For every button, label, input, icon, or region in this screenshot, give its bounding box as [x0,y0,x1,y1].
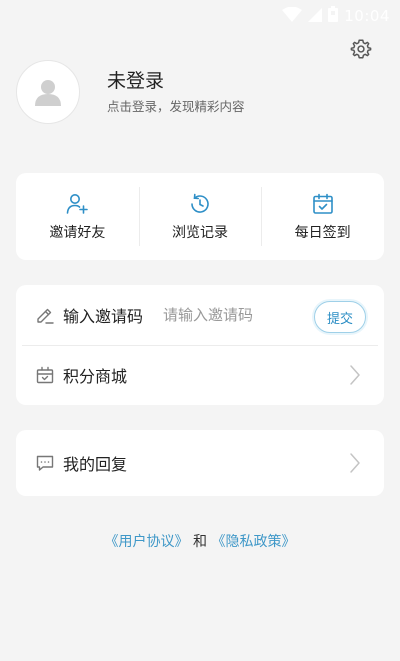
profile-text: 未登录 点击登录，发现精彩内容 [107,69,245,115]
daily-checkin-label: 每日签到 [294,225,351,241]
status-time: 10:04 [344,7,390,25]
daily-checkin-button[interactable]: 每日签到 [261,173,384,260]
user-agreement-link[interactable]: 《用户协议》 [105,534,189,550]
status-bar: 10:04 [0,0,400,32]
edit-pencil-icon [34,304,56,326]
invite-friends-button[interactable]: 邀请好友 [16,173,139,260]
submit-button[interactable]: 提交 [314,301,366,333]
invite-code-input[interactable] [163,306,282,324]
chevron-right-icon [348,451,362,475]
privacy-policy-link[interactable]: 《隐私政策》 [211,534,295,550]
history-icon [187,191,213,217]
invite-code-label: 输入邀请码 [63,307,144,326]
chevron-right-icon [348,363,362,387]
my-replies-row[interactable]: 我的回复 [16,430,384,496]
legal-footer: 《用户协议》 和 《隐私政策》 [0,531,400,551]
wifi-icon [282,6,303,26]
profile-header[interactable]: 未登录 点击登录，发现精彩内容 [16,60,384,124]
settings-gear-icon[interactable] [348,36,374,62]
my-replies-label: 我的回复 [63,455,128,474]
points-mall-label: 积分商城 [63,367,128,386]
add-user-icon [64,191,90,217]
chat-bubble-icon [34,452,56,474]
invite-friends-label: 邀请好友 [49,225,106,241]
invite-mall-card: 输入邀请码 提交 积分商城 [16,285,384,405]
calendar-check-icon [310,191,336,217]
avatar[interactable] [16,60,80,124]
points-mall-row[interactable]: 积分商城 [16,345,384,405]
footer-and: 和 [193,534,207,550]
browse-history-label: 浏览记录 [172,225,228,241]
browse-history-button[interactable]: 浏览记录 [138,173,262,260]
login-hint[interactable]: 点击登录，发现精彩内容 [107,99,245,115]
battery-icon [328,6,339,26]
login-status-title[interactable]: 未登录 [107,69,245,93]
gift-box-icon [34,364,56,386]
user-placeholder-icon [35,80,61,106]
my-replies-card: 我的回复 [16,430,384,496]
invite-code-row: 输入邀请码 提交 [16,285,384,345]
quick-actions-card: 邀请好友 浏览记录 每日签到 [16,173,384,260]
signal-icon [308,7,323,26]
